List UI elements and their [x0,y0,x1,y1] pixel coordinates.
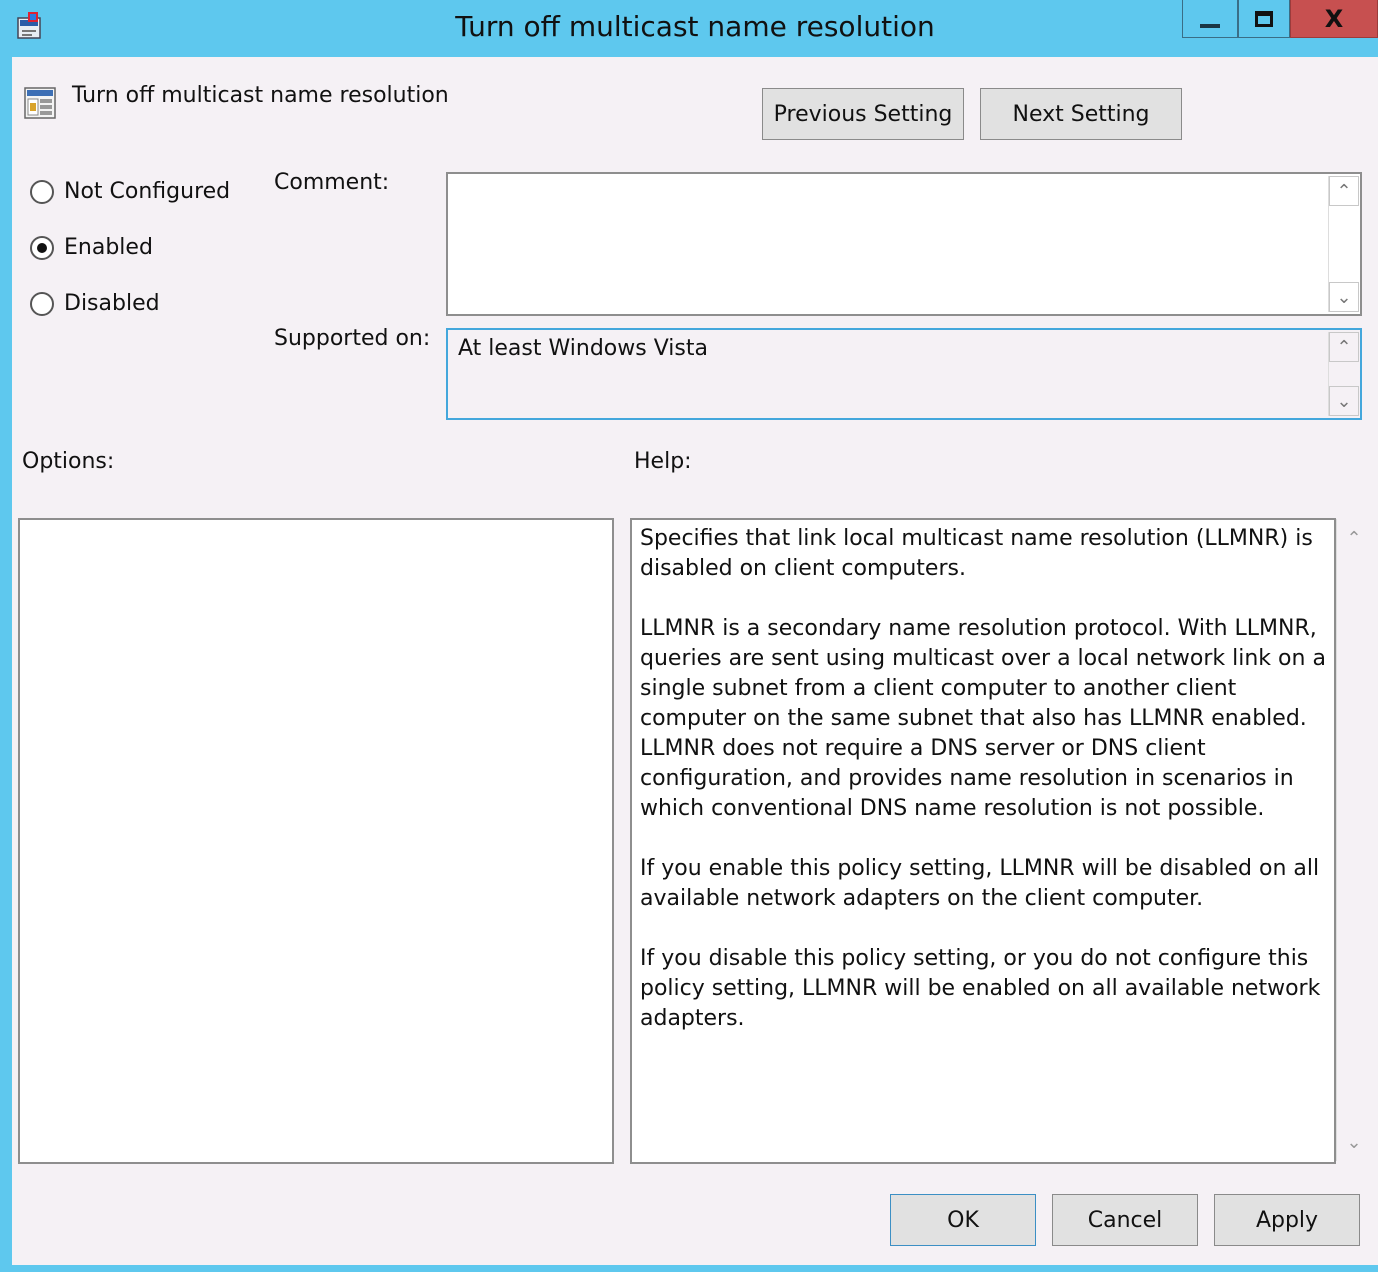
options-panel [18,518,614,1164]
close-icon: X [1324,4,1344,33]
comment-scrollbar[interactable]: ⌃ ⌄ [1328,176,1359,312]
group-policy-app-icon [17,12,41,39]
radio-button[interactable] [30,291,54,316]
radio-not-configured[interactable]: Not Configured [30,179,230,204]
apply-button[interactable]: Apply [1214,1194,1360,1246]
chevron-up-icon[interactable]: ⌃ [1339,523,1369,553]
cancel-button[interactable]: Cancel [1052,1194,1198,1246]
help-scrollbar[interactable]: ⌃ ⌄ [1336,519,1370,1161]
radio-label: Not Configured [64,179,231,204]
minimize-icon [1200,23,1220,28]
next-setting-button[interactable]: Next Setting [980,88,1182,140]
ok-button[interactable]: OK [890,1194,1036,1246]
help-paragraph: If you disable this policy setting, or y… [640,946,1321,1031]
supported-on-value: At least Windows Vista [458,336,708,361]
help-text: Specifies that link local multicast name… [640,524,1330,1064]
options-label: Options: [22,449,115,474]
chevron-up-icon[interactable]: ⌃ [1329,332,1359,362]
title-bar[interactable]: Turn off multicast name resolution X [0,0,1378,57]
policy-dialog-window: Turn off multicast name resolution X Tur… [0,0,1378,1272]
supported-on-label: Supported on: [274,326,431,351]
help-panel: Specifies that link local multicast name… [630,518,1336,1164]
chevron-down-icon[interactable]: ⌄ [1329,386,1359,416]
radio-button[interactable] [30,179,54,204]
chevron-up-icon[interactable]: ⌃ [1329,176,1359,206]
radio-enabled[interactable]: Enabled [30,235,153,260]
close-button[interactable]: X [1290,0,1378,38]
previous-setting-button[interactable]: Previous Setting [762,88,964,140]
help-paragraph: If you enable this policy setting, LLMNR… [640,856,1320,911]
radio-label: Enabled [64,235,153,260]
comment-label: Comment: [274,170,390,195]
policy-setting-icon [24,87,56,119]
help-paragraph: Specifies that link local multicast name… [640,526,1313,581]
help-label: Help: [634,449,692,474]
radio-disabled[interactable]: Disabled [30,291,160,316]
chevron-down-icon[interactable]: ⌄ [1329,282,1359,312]
maximize-icon [1255,10,1273,27]
comment-textarea[interactable]: ⌃ ⌄ [446,172,1362,316]
radio-button[interactable] [30,235,54,260]
chevron-down-icon[interactable]: ⌄ [1339,1127,1369,1157]
help-paragraph: LLMNR is a secondary name resolution pro… [640,616,1326,821]
policy-name: Turn off multicast name resolution [72,83,449,108]
radio-label: Disabled [64,291,160,316]
dialog-client-area: Turn off multicast name resolution Previ… [12,57,1378,1265]
supported-on-scrollbar[interactable]: ⌃ ⌄ [1328,332,1359,416]
maximize-button[interactable] [1238,0,1290,38]
minimize-button[interactable] [1182,0,1238,38]
window-title: Turn off multicast name resolution [455,10,935,43]
supported-on-field[interactable]: At least Windows Vista ⌃ ⌄ [446,328,1362,420]
